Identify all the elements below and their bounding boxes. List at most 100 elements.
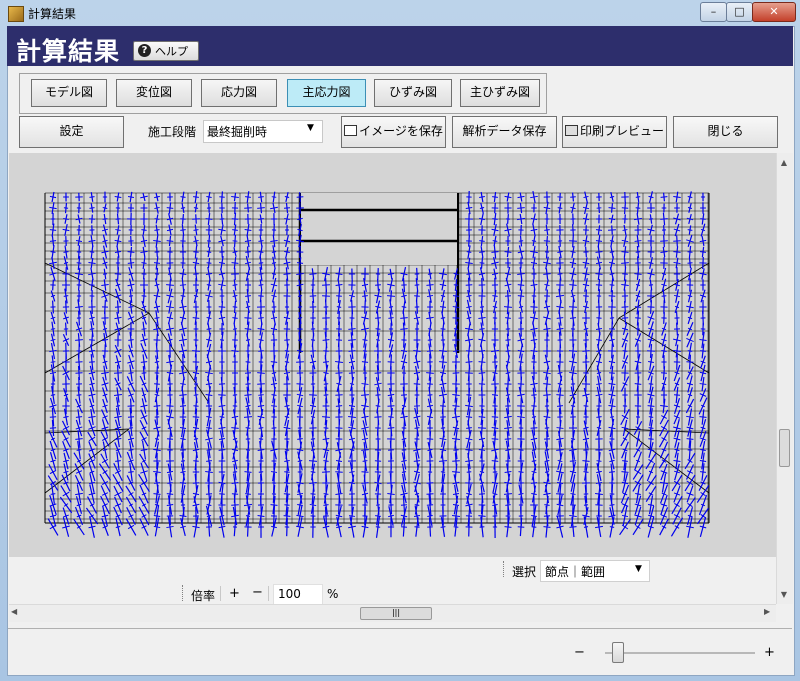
stress-vector xyxy=(426,504,434,506)
stress-vector xyxy=(102,328,108,330)
stress-vector xyxy=(595,273,603,275)
stress-vector xyxy=(297,295,303,297)
stress-vector xyxy=(283,515,291,517)
help-button[interactable]: ? ヘルプ xyxy=(133,41,199,61)
zoom-input[interactable]: 100 xyxy=(273,584,323,605)
stress-vector xyxy=(128,306,134,308)
stress-vector xyxy=(257,449,265,451)
stress-vector xyxy=(115,229,121,231)
stress-vector xyxy=(257,372,265,374)
stress-vector xyxy=(179,305,187,309)
print-preview-button[interactable]: 印刷プレビュー xyxy=(562,116,667,148)
stress-vector xyxy=(479,251,485,253)
scroll-right-icon[interactable]: ▶ xyxy=(764,607,770,616)
stress-vector xyxy=(179,394,187,396)
stress-vector xyxy=(284,361,290,363)
stress-vector xyxy=(257,328,265,330)
tab-stress[interactable]: 応力図 xyxy=(201,79,277,107)
stress-vector xyxy=(153,448,161,452)
drawing-canvas[interactable] xyxy=(9,153,776,557)
close-button[interactable]: 閉じる xyxy=(673,116,778,148)
stress-vector xyxy=(400,317,408,319)
vertical-scrollbar[interactable] xyxy=(776,153,793,604)
stress-vector xyxy=(244,207,252,209)
vertical-scroll-thumb[interactable] xyxy=(779,429,790,467)
stress-vector xyxy=(478,372,486,374)
stress-vector xyxy=(193,229,199,231)
tab-model[interactable]: モデル図 xyxy=(31,79,107,107)
tab-displacement[interactable]: 変位図 xyxy=(116,79,192,107)
scroll-left-icon[interactable]: ◀ xyxy=(11,607,17,616)
stress-vector xyxy=(231,481,239,485)
stress-vector xyxy=(517,207,525,209)
stress-vector xyxy=(556,327,564,331)
zoom-slider-thumb[interactable] xyxy=(612,642,624,663)
stress-vector xyxy=(322,471,330,473)
settings-button[interactable]: 設定 xyxy=(19,116,124,148)
horizontal-scroll-thumb[interactable]: ||| xyxy=(360,607,432,620)
scroll-up-icon[interactable]: ▲ xyxy=(776,158,792,167)
stress-vector xyxy=(479,526,485,528)
maximize-button[interactable]: □ xyxy=(726,2,753,22)
stress-vector xyxy=(322,339,330,341)
stress-vector xyxy=(608,217,616,221)
save-image-button[interactable]: イメージを保存 xyxy=(341,116,446,148)
stage-label: 施工段階 xyxy=(148,125,197,139)
tab-principal-strain[interactable]: 主ひずみ図 xyxy=(460,79,540,107)
stress-vector xyxy=(206,416,212,418)
status-zoom-in-button[interactable]: + xyxy=(764,645,775,660)
stress-vector xyxy=(686,438,694,440)
stress-vector xyxy=(505,317,511,319)
stress-vector xyxy=(153,239,161,243)
stress-vector xyxy=(375,405,381,407)
stress-vector xyxy=(439,460,447,462)
stress-vector xyxy=(478,272,486,276)
stress-vector xyxy=(296,514,304,518)
close-window-button[interactable]: ✕ xyxy=(752,2,796,22)
stress-vector xyxy=(505,339,511,341)
zoom-out-button[interactable]: − xyxy=(252,585,263,600)
stress-vector xyxy=(544,229,550,231)
minimize-button[interactable]: – xyxy=(700,2,727,22)
stress-vector xyxy=(569,261,577,265)
stress-vector xyxy=(180,295,186,297)
stress-vector xyxy=(517,195,525,199)
stress-vector xyxy=(75,239,83,243)
window-title: 計算結果 xyxy=(28,7,77,21)
stress-vector xyxy=(114,251,122,253)
stress-vector xyxy=(556,437,564,441)
stress-vector xyxy=(660,405,668,407)
stress-vector xyxy=(426,482,434,484)
stress-vector xyxy=(258,218,264,220)
stress-vector xyxy=(374,372,382,374)
stress-vector xyxy=(206,196,212,198)
stress-vector xyxy=(218,525,226,529)
tab-strain[interactable]: ひずみ図 xyxy=(374,79,452,107)
stress-vector xyxy=(349,515,355,517)
zoom-in-button[interactable]: + xyxy=(229,586,240,601)
stress-vector xyxy=(296,393,304,397)
stress-vector xyxy=(153,525,161,529)
scroll-down-icon[interactable]: ▼ xyxy=(776,590,792,599)
save-data-button[interactable]: 解析データ保存 xyxy=(452,116,557,148)
stress-vector xyxy=(492,196,498,198)
stress-vector xyxy=(50,493,56,495)
stress-vector xyxy=(153,262,161,264)
stage-select[interactable]: 最終掘削時 ▼ xyxy=(203,120,323,143)
stress-vector xyxy=(531,460,537,462)
stress-vector xyxy=(466,317,472,319)
stress-vector xyxy=(193,273,199,275)
stress-vector xyxy=(323,394,329,396)
status-zoom-out-button[interactable]: − xyxy=(574,645,585,660)
selection-select[interactable]: 節点｜範囲 ▼ xyxy=(540,560,650,582)
stress-vector xyxy=(517,415,525,419)
divider xyxy=(268,586,269,601)
stress-vector xyxy=(686,415,694,419)
stress-vector xyxy=(452,426,460,430)
stress-vector xyxy=(582,261,590,265)
stress-vector xyxy=(556,394,564,396)
zoom-slider-track[interactable] xyxy=(605,652,755,654)
tab-principal-stress[interactable]: 主応力図 xyxy=(287,79,366,107)
stress-vector xyxy=(348,339,356,341)
stress-vector xyxy=(218,306,226,308)
